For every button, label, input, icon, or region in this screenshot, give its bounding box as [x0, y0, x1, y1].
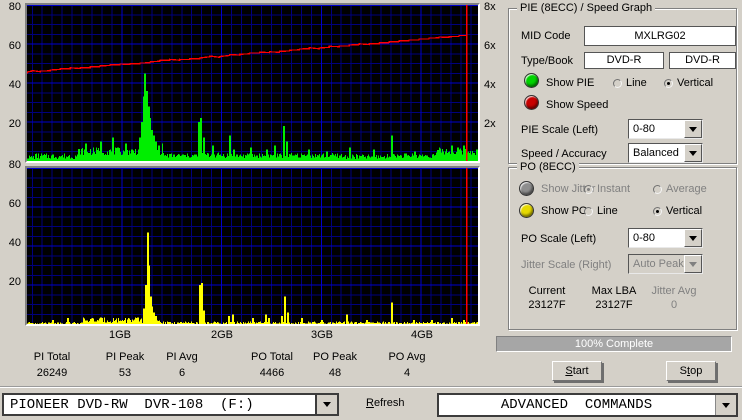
- x-axis-label: 2GB: [211, 329, 233, 341]
- speed-accuracy-label: Speed / Accuracy: [521, 148, 607, 160]
- po-line-radio-label[interactable]: Line: [597, 205, 618, 217]
- po-vertical-radio[interactable]: [653, 207, 662, 216]
- pie-axis-tick: 20: [0, 118, 21, 130]
- po-scale-select[interactable]: 0-80: [628, 228, 703, 248]
- jitter-scale-select: Auto Peak: [628, 254, 703, 274]
- pie-speed-group: PIE (8ECC) / Speed Graph MID Code MXLRG0…: [508, 8, 737, 164]
- pie-axis-tick: 40: [0, 79, 21, 91]
- pie-speed-graph: [25, 3, 480, 163]
- show-po-led[interactable]: [519, 203, 534, 218]
- mid-code-field: MXLRG02: [584, 26, 736, 46]
- po-axis-tick: 40: [0, 237, 21, 249]
- separator: [0, 386, 742, 388]
- pie-axis-tick: 80: [0, 1, 21, 13]
- pie-scale-select[interactable]: 0-80: [628, 119, 703, 139]
- pie-group-title: PIE (8ECC) / Speed Graph: [517, 2, 655, 14]
- pie-axis-tick: 60: [0, 40, 21, 52]
- po-axis-tick: 80: [0, 159, 21, 171]
- pie-scale-label: PIE Scale (Left): [521, 124, 598, 136]
- jitter-avg-header: Jitter Avg: [634, 285, 714, 297]
- po-axis-tick: 20: [0, 276, 21, 288]
- dropdown-arrow-icon[interactable]: [715, 395, 736, 415]
- jitter-average-radio-label: Average: [666, 183, 707, 195]
- dropdown-arrow-icon[interactable]: [684, 144, 702, 162]
- x-axis-label: 3GB: [311, 329, 333, 341]
- show-pie-label: Show PIE: [546, 77, 594, 89]
- advanced-commands-select[interactable]: ADVANCED COMMANDS: [437, 393, 738, 417]
- po-line-radio[interactable]: [584, 207, 593, 216]
- show-po-label: Show PO: [541, 205, 587, 217]
- dropdown-arrow-icon[interactable]: [684, 229, 702, 247]
- mid-code-label: MID Code: [521, 30, 571, 42]
- stat-po-avg: PO Avg4: [362, 351, 452, 379]
- po-group: PO (8ECC) Show Jitter Instant Average Sh…: [508, 167, 737, 330]
- po-scale-label: PO Scale (Left): [521, 233, 596, 245]
- show-speed-label: Show Speed: [546, 99, 608, 111]
- jitter-instant-radio-label: Instant: [597, 183, 630, 195]
- speed-axis-tick: 2x: [484, 118, 508, 130]
- pie-line-radio-label[interactable]: Line: [626, 77, 647, 89]
- dropdown-arrow-icon[interactable]: [315, 395, 337, 414]
- po-group-title: PO (8ECC): [517, 161, 579, 173]
- speed-axis-tick: 4x: [484, 79, 508, 91]
- stat-pi-avg: PI Avg6: [137, 351, 227, 379]
- speed-axis-tick: 6x: [484, 40, 508, 52]
- po-vertical-radio-label[interactable]: Vertical: [666, 205, 702, 217]
- jitter-avg-value: 0: [634, 299, 714, 311]
- jitter-instant-radio: [584, 185, 593, 194]
- drive-select[interactable]: PIONEER DVD-RW DVR-108 (F:): [2, 393, 339, 416]
- dropdown-arrow-icon[interactable]: [684, 120, 702, 138]
- book-field: DVD-R: [669, 52, 736, 69]
- type-field: DVD-R: [584, 52, 664, 69]
- po-graph: [25, 166, 480, 326]
- pie-vertical-radio-label[interactable]: Vertical: [677, 77, 713, 89]
- show-pie-led[interactable]: [524, 73, 539, 88]
- dropdown-arrow-icon: [684, 255, 702, 273]
- jitter-scale-label: Jitter Scale (Right): [521, 259, 611, 271]
- start-button[interactable]: Start: [552, 361, 602, 381]
- speed-axis-tick: 8x: [484, 1, 508, 13]
- disc-quality-scan-window: 80 60 40 20 8x 6x 4x 2x 80 60 40 20 1GB …: [0, 0, 742, 420]
- pie-vertical-radio[interactable]: [664, 79, 673, 88]
- type-book-label: Type/Book: [521, 55, 573, 67]
- show-speed-led[interactable]: [524, 95, 539, 110]
- stop-button[interactable]: Stop: [666, 361, 716, 381]
- jitter-average-radio: [653, 185, 662, 194]
- pie-line-radio[interactable]: [613, 79, 622, 88]
- x-axis-label: 4GB: [411, 329, 433, 341]
- refresh-button[interactable]: Refresh: [366, 397, 405, 409]
- x-axis-label: 1GB: [109, 329, 131, 341]
- speed-accuracy-select[interactable]: Balanced: [628, 143, 703, 163]
- show-jitter-led: [519, 181, 534, 196]
- po-axis-tick: 60: [0, 198, 21, 210]
- progress-bar: 100% Complete: [496, 336, 732, 352]
